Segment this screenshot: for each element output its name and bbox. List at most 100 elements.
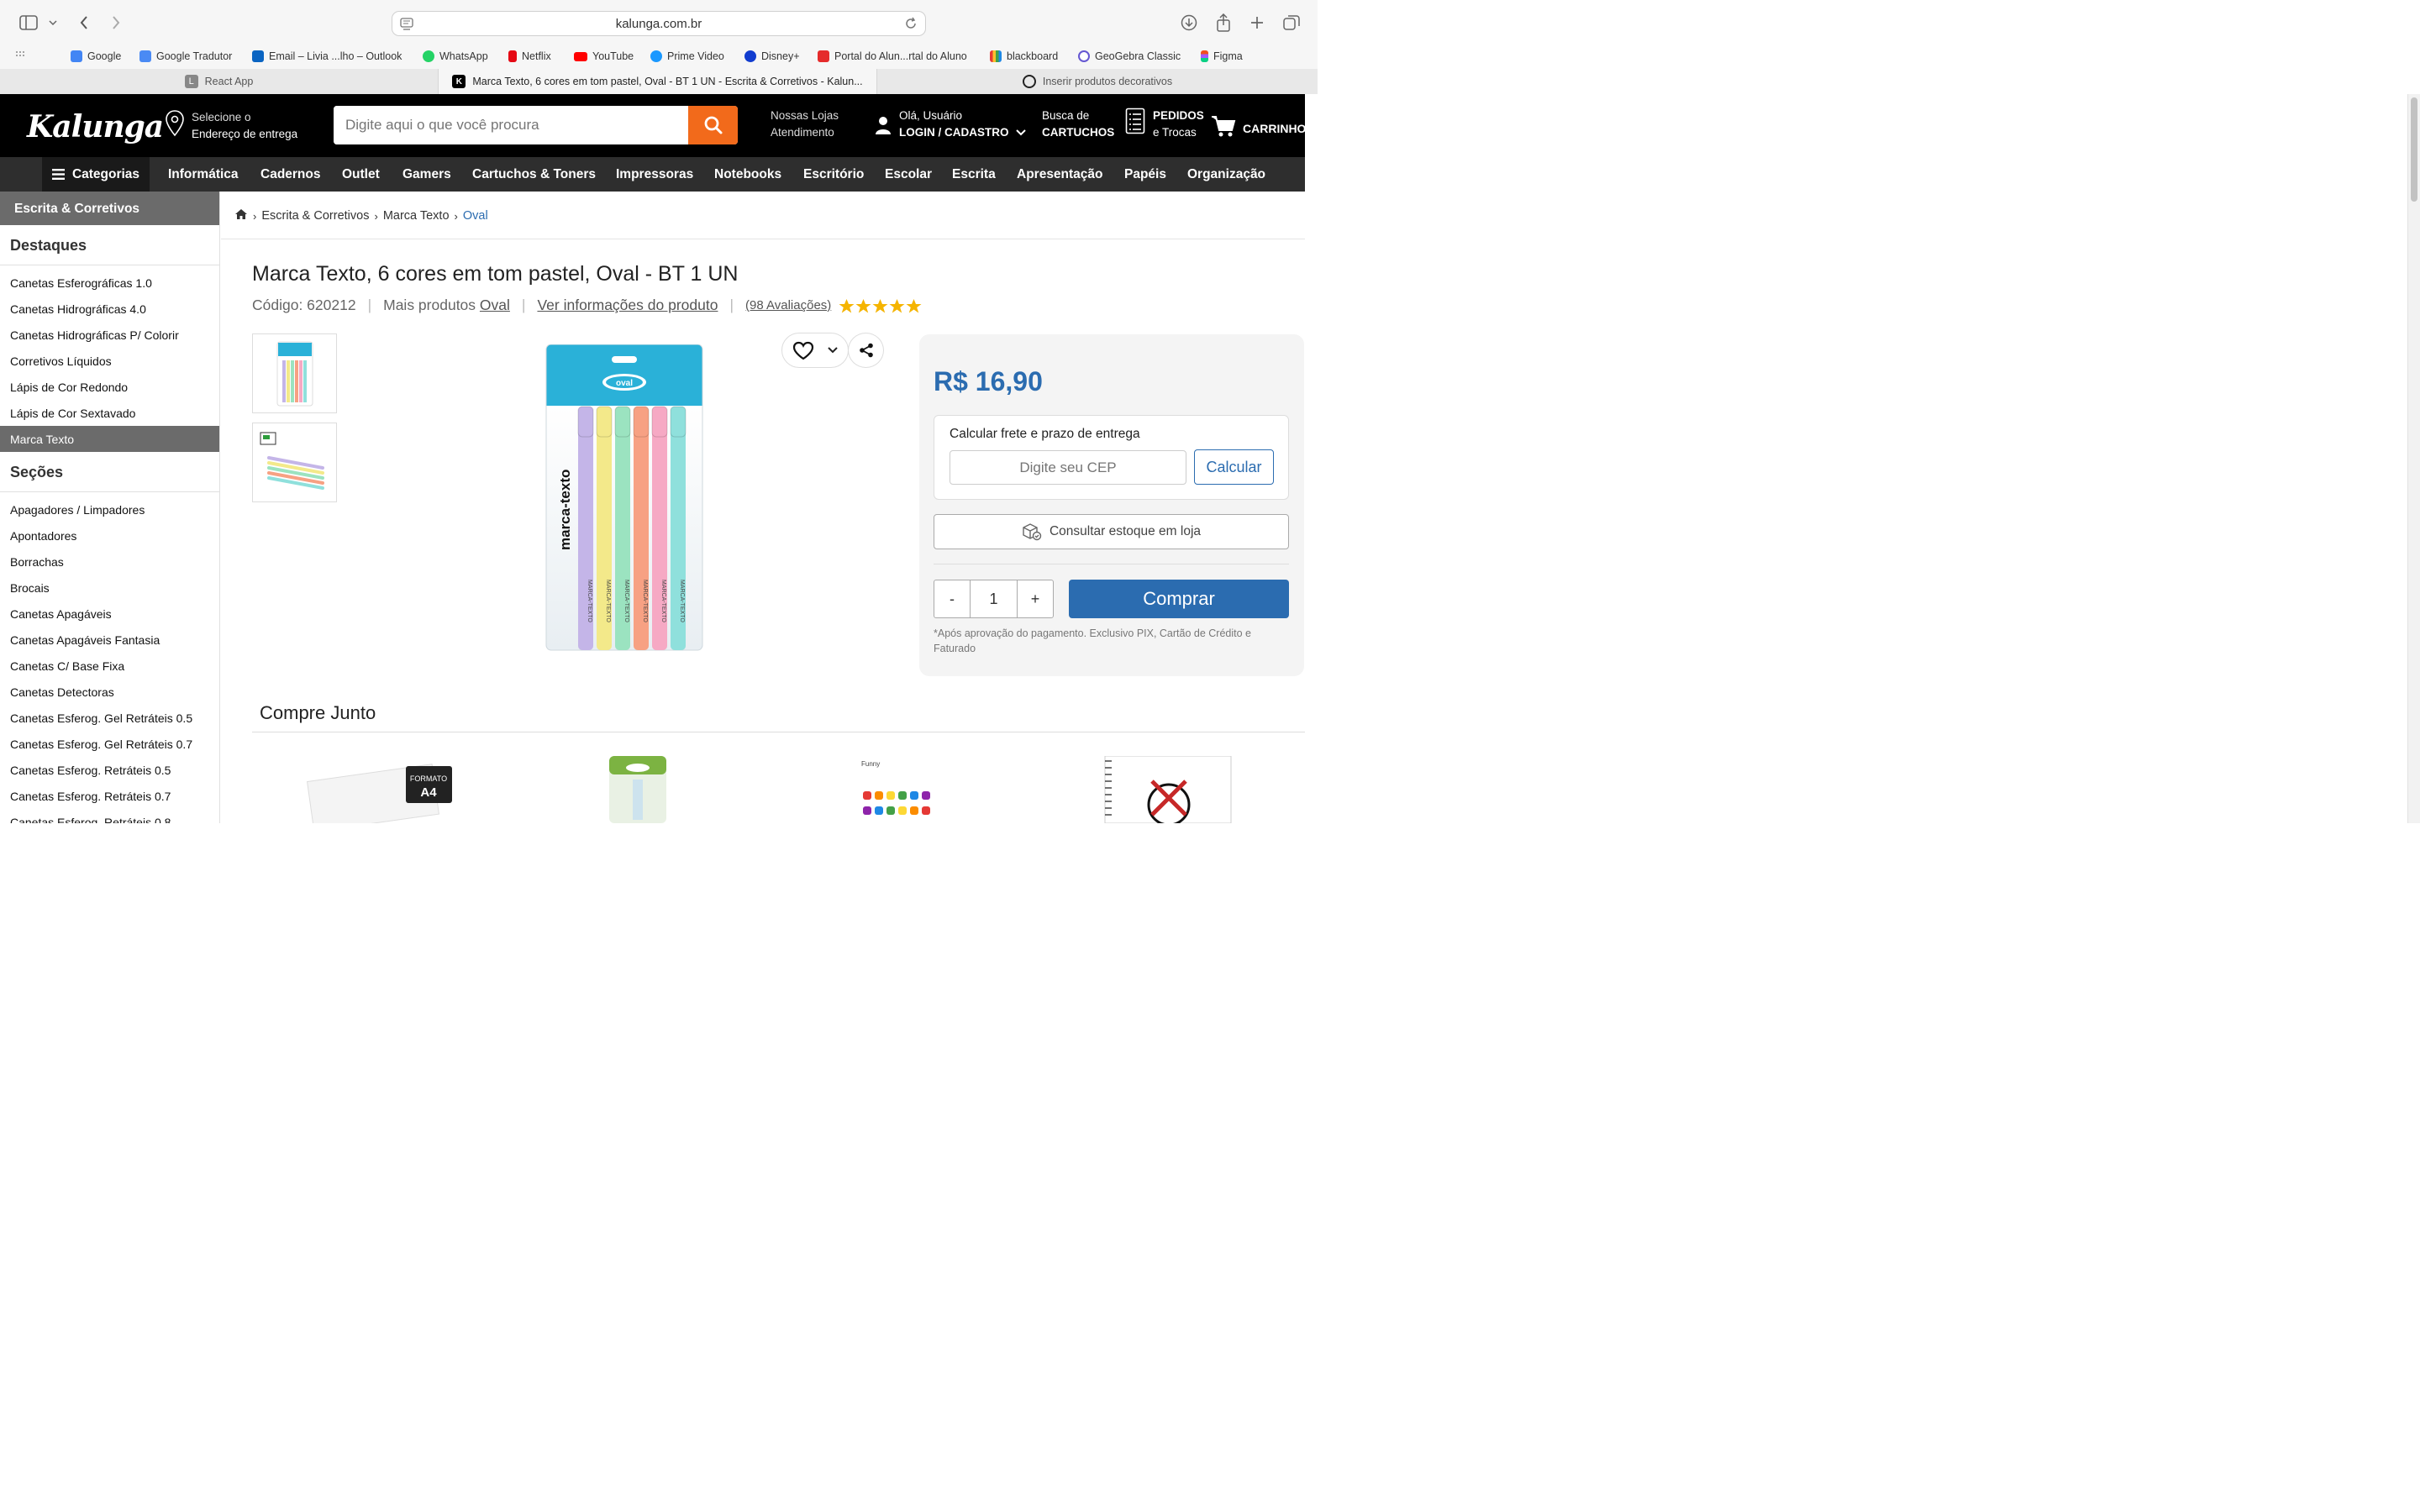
back-icon[interactable] <box>76 12 92 34</box>
quantity-decrease-button[interactable]: - <box>934 580 970 617</box>
portal-icon <box>818 50 829 62</box>
nav-item-impressoras[interactable]: Impressoras <box>616 167 693 182</box>
check-stock-button[interactable]: Consultar estoque em loja <box>934 514 1289 549</box>
sidebar-item[interactable]: Brocais <box>0 575 219 601</box>
sidebar-item[interactable]: Canetas Apagáveis <box>0 601 219 627</box>
nav-item-informatica[interactable]: Informática <box>168 167 239 182</box>
nav-item-escritorio[interactable]: Escritório <box>803 167 864 182</box>
sidebar-item[interactable]: Canetas C/ Base Fixa <box>0 653 219 679</box>
breadcrumb-current[interactable]: Oval <box>463 209 488 223</box>
sidebar-toggle-icon[interactable] <box>18 12 39 34</box>
nav-item-cadernos[interactable]: Cadernos <box>260 167 321 182</box>
sidebar-item[interactable]: Borrachas <box>0 549 219 575</box>
highlighter-pen: MARCA-TEXTO <box>651 406 668 650</box>
nav-item-gamers[interactable]: Gamers <box>402 167 451 182</box>
quantity-increase-button[interactable]: + <box>1018 580 1053 617</box>
rating-stars <box>839 298 922 313</box>
kalunga-logo[interactable]: Kalunga <box>27 109 164 144</box>
sidebar-item[interactable]: Canetas Hidrográficas P/ Colorir <box>0 322 219 348</box>
nav-item-escrita[interactable]: Escrita <box>952 167 996 182</box>
compre-junto-product-1[interactable]: FORMATO A4 <box>305 756 456 823</box>
product-info-link[interactable]: Ver informações do produto <box>537 297 718 314</box>
cep-input[interactable] <box>950 450 1186 485</box>
tab-inserir-produtos[interactable]: Inserir produtos decorativos <box>877 69 1318 94</box>
bookmark-google[interactable]: Google <box>71 50 121 62</box>
tab-react-app[interactable]: L React App <box>0 69 439 94</box>
bookmark-outlook[interactable]: Email – Livia ...lho – Outlook <box>252 50 402 62</box>
bookmark-prime-video[interactable]: Prime Video <box>650 50 724 62</box>
new-tab-icon[interactable] <box>1249 12 1265 34</box>
compre-junto-product-2[interactable] <box>609 756 668 823</box>
product-thumbnail-2[interactable] <box>252 423 337 502</box>
sidebar-item-active[interactable]: Marca Texto <box>0 426 219 452</box>
sidebar-item[interactable]: Canetas Detectoras <box>0 679 219 705</box>
nav-item-papeis[interactable]: Papéis <box>1124 167 1166 182</box>
tab-overview-icon[interactable] <box>1282 12 1301 34</box>
apps-grid-icon[interactable] <box>15 50 27 59</box>
product-main-image[interactable]: oval marca-texto MARCA-TEXTO MARCA-TEXTO M… <box>544 344 704 651</box>
sidebar-item[interactable]: Canetas Esferog. Gel Retráteis 0.7 <box>0 731 219 757</box>
forward-icon[interactable] <box>108 12 124 34</box>
breadcrumb-link[interactable]: Escrita & Corretivos <box>261 209 369 223</box>
calculate-button[interactable]: Calcular <box>1194 449 1274 485</box>
sidebar-item[interactable]: Canetas Esferog. Gel Retráteis 0.5 <box>0 705 219 731</box>
stores-link[interactable]: Nossas Lojas Atendimento <box>771 108 839 141</box>
page-settings-icon[interactable] <box>400 18 413 34</box>
cartridge-search-link[interactable]: Busca de CARTUCHOS <box>1042 108 1114 141</box>
categories-menu-button[interactable]: Categorias <box>42 157 150 192</box>
bookmark-blackboard[interactable]: blackboard <box>990 50 1058 62</box>
nav-item-apresentacao[interactable]: Apresentação <box>1017 167 1103 182</box>
user-login[interactable]: Olá, Usuário LOGIN / CADASTRO <box>875 108 1026 141</box>
chevron-down-icon[interactable] <box>47 12 59 34</box>
bookmark-disney[interactable]: Disney+ <box>744 50 800 62</box>
nav-item-cartuchos[interactable]: Cartuchos & Toners <box>472 167 596 182</box>
home-icon[interactable] <box>234 208 248 223</box>
reload-icon[interactable] <box>904 17 918 34</box>
compre-junto-product-4[interactable] <box>1102 755 1236 823</box>
bookmark-figma[interactable]: Figma <box>1201 50 1243 62</box>
bookmark-google-tradutor[interactable]: Google Tradutor <box>139 50 232 62</box>
sidebar-item[interactable]: Canetas Apagáveis Fantasia <box>0 627 219 653</box>
address-bar[interactable]: kalunga.com.br <box>392 11 926 36</box>
wishlist-button[interactable] <box>781 333 849 368</box>
reviews-link[interactable]: (98 Avaliações) <box>745 298 831 312</box>
search-input[interactable] <box>334 106 688 144</box>
sidebar-item[interactable]: Lápis de Cor Redondo <box>0 374 219 400</box>
sidebar-item[interactable]: Apontadores <box>0 522 219 549</box>
compre-junto-product-3[interactable]: Funny <box>860 756 944 823</box>
page-scrollbar[interactable] <box>2407 94 2420 823</box>
breadcrumb-link[interactable]: Marca Texto <box>383 209 450 223</box>
scrollbar-thumb[interactable] <box>2411 97 2417 202</box>
sidebar-item[interactable]: Canetas Hidrográficas 4.0 <box>0 296 219 322</box>
nav-item-notebooks[interactable]: Notebooks <box>714 167 781 182</box>
quantity-value[interactable]: 1 <box>970 580 1018 617</box>
tab-kalunga[interactable]: K Marca Texto, 6 cores em tom pastel, Ov… <box>439 69 877 94</box>
sidebar-item[interactable]: Canetas Esferog. Retráteis 0.8 <box>0 809 219 823</box>
sidebar-item[interactable]: Apagadores / Limpadores <box>0 496 219 522</box>
share-button[interactable] <box>848 333 884 368</box>
nav-item-organizacao[interactable]: Organização <box>1187 167 1265 182</box>
chevron-down-icon[interactable] <box>828 347 838 354</box>
bookmark-netflix[interactable]: Netflix <box>508 50 551 62</box>
product-thumbnail-1[interactable] <box>252 333 337 413</box>
orders-link[interactable]: PEDIDOS e Trocas <box>1125 108 1204 141</box>
share-page-icon[interactable] <box>1215 12 1232 34</box>
buy-button[interactable]: Comprar <box>1069 580 1289 618</box>
sidebar-item[interactable]: Canetas Esferográficas 1.0 <box>0 270 219 296</box>
bookmark-whatsapp[interactable]: WhatsApp <box>423 50 488 62</box>
nav-item-outlet[interactable]: Outlet <box>342 167 380 182</box>
sidebar-item[interactable]: Lápis de Cor Sextavado <box>0 400 219 426</box>
brand-link[interactable]: Oval <box>480 297 510 313</box>
nav-item-escolar[interactable]: Escolar <box>885 167 932 182</box>
sidebar-item[interactable]: Canetas Esferog. Retráteis 0.7 <box>0 783 219 809</box>
downloads-icon[interactable] <box>1180 12 1198 34</box>
search-button[interactable] <box>688 106 738 144</box>
sidebar-title[interactable]: Escrita & Corretivos <box>0 192 219 225</box>
bookmark-portal-aluno[interactable]: Portal do Alun...rtal do Aluno <box>818 50 967 62</box>
bookmark-geogebra[interactable]: GeoGebra Classic <box>1078 50 1181 62</box>
cart-link[interactable]: CARRINHO <box>1211 114 1306 143</box>
bookmark-youtube[interactable]: YouTube <box>574 50 634 62</box>
delivery-address-selector[interactable]: Selecione o Endereço de entrega <box>165 109 297 143</box>
sidebar-item[interactable]: Corretivos Líquidos <box>0 348 219 374</box>
sidebar-item[interactable]: Canetas Esferog. Retráteis 0.5 <box>0 757 219 783</box>
